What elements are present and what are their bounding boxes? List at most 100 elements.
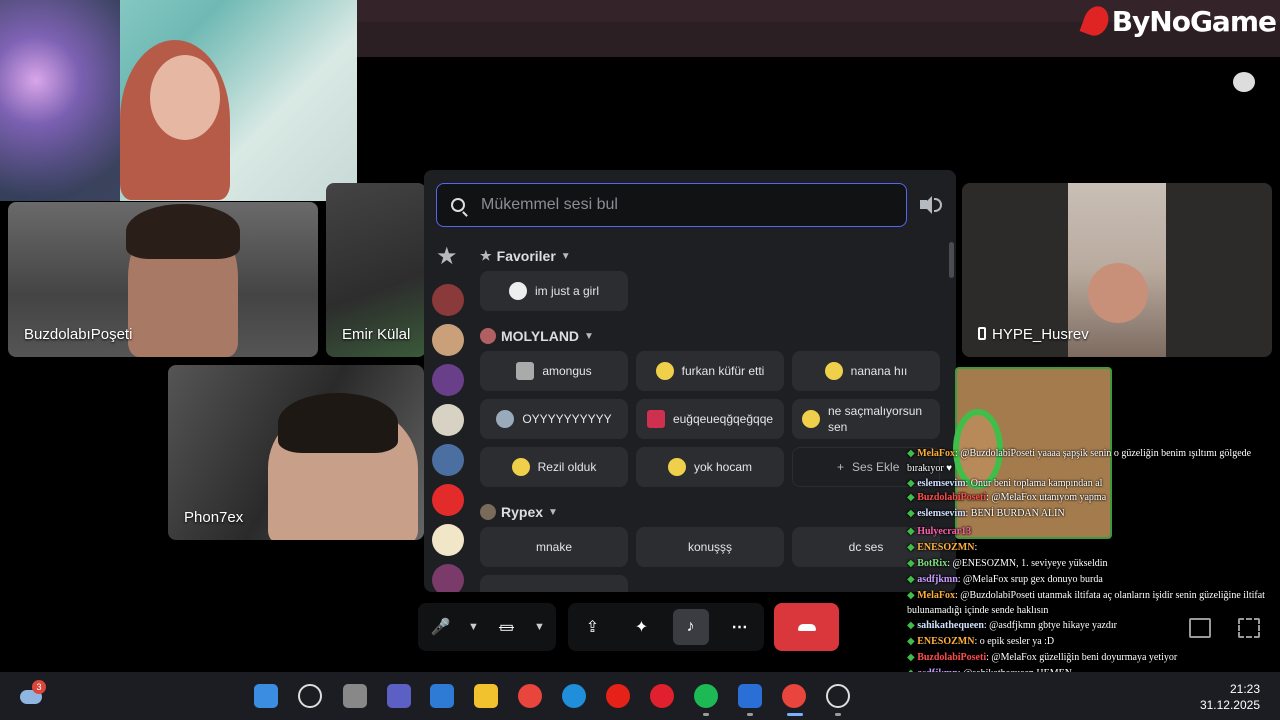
chat-username[interactable]: ENESOZMN xyxy=(917,636,974,647)
more-options-icon[interactable]: ⋯ xyxy=(722,609,758,645)
windows-start-icon[interactable] xyxy=(254,684,278,708)
chat-username[interactable]: sahikathequeen xyxy=(917,620,984,631)
sound-button[interactable]: Rezil olduk xyxy=(480,447,628,487)
chevron-down-icon[interactable]: ▼ xyxy=(457,609,490,645)
search-icon[interactable] xyxy=(298,684,322,708)
chrome-icon[interactable] xyxy=(518,684,542,708)
screen-share-icon[interactable]: ⇪ xyxy=(575,609,611,645)
chat-bubble-icon[interactable] xyxy=(1233,72,1255,92)
microsoft-store-icon[interactable] xyxy=(430,684,454,708)
category-avatar-icon[interactable] xyxy=(432,564,464,592)
category-avatar-icon[interactable] xyxy=(432,524,464,556)
task-view-icon[interactable] xyxy=(343,684,367,708)
soundboard-search-input[interactable] xyxy=(481,196,881,214)
chat-message: ◆ BuzdolabiPoseti: @MelaFox güzelliğin b… xyxy=(907,651,1280,666)
logo-mark-icon xyxy=(1079,2,1113,40)
badge-icon: ◆ xyxy=(907,542,918,553)
app-icon[interactable] xyxy=(738,684,762,708)
category-avatar-icon[interactable] xyxy=(432,364,464,396)
chat-username[interactable]: BuzdolabiPoseti xyxy=(917,652,986,663)
teams-icon[interactable] xyxy=(387,684,411,708)
participant-tile-hype-husrev[interactable]: HYPE_Husrev xyxy=(962,183,1272,357)
soundboard-panel: ★ ★ Favoriler ▼ im just a girl MOLYLAND … xyxy=(424,170,956,592)
microphone-icon[interactable]: 🎤 xyxy=(424,609,457,645)
file-explorer-icon[interactable] xyxy=(474,684,498,708)
youtube-icon[interactable] xyxy=(606,684,630,708)
sound-emoji-icon xyxy=(655,362,674,380)
sound-button[interactable]: im just a girl xyxy=(480,271,628,311)
scrollbar-thumb[interactable] xyxy=(949,242,954,278)
edge-icon[interactable] xyxy=(562,684,586,708)
chat-username[interactable]: MelaFox xyxy=(917,590,955,601)
chat-username[interactable]: ENESOZMN xyxy=(917,542,974,553)
chat-message: ◆ Hulyecrar13 xyxy=(907,525,1280,540)
weather-badge: 3 xyxy=(32,680,46,694)
chat-message: ◆ asdfjkmn: @MelaFox srup gex donuyo bur… xyxy=(907,573,1280,588)
system-clock[interactable]: 21:23 31.12.2025 xyxy=(1200,681,1260,713)
activities-icon[interactable]: ✦ xyxy=(624,609,660,645)
category-avatar-icon[interactable] xyxy=(432,324,464,356)
favorites-star-icon[interactable]: ★ xyxy=(436,242,458,271)
chat-text: : Onur beni toplama kampından al xyxy=(965,478,1103,489)
badge-icon: ◆ xyxy=(907,478,918,489)
sound-button[interactable] xyxy=(480,575,628,592)
participant-tile-phon7ex[interactable]: Phon7ex xyxy=(168,365,424,540)
participant-tile-emir-kulal[interactable]: Emir Külal xyxy=(326,183,426,357)
sound-button[interactable]: euğqeueqğqeğqqe xyxy=(636,399,784,439)
chat-username[interactable]: asdfjkmn xyxy=(917,574,958,585)
badge-icon: ◆ xyxy=(907,620,918,631)
obs-icon[interactable] xyxy=(826,684,850,708)
chevron-down-icon[interactable]: ▼ xyxy=(523,609,556,645)
chat-username[interactable]: eslemsevim xyxy=(917,478,965,489)
chat-username[interactable]: BotRix xyxy=(917,558,947,569)
volume-icon[interactable] xyxy=(920,194,942,216)
sound-button[interactable]: yok hocam xyxy=(636,447,784,487)
stream-chat-overlay: ◆ MelaFox: @BuzdolabiPoseti yaaaa şapşik… xyxy=(907,367,1280,720)
spotify-icon[interactable] xyxy=(694,684,718,708)
participant-tile-buzdolabiposeti[interactable]: BuzdolabıPoşeti xyxy=(8,202,318,357)
category-avatar-icon xyxy=(480,328,496,344)
badge-icon: ◆ xyxy=(907,652,918,663)
chat-username[interactable]: BuzdolabiPoseti xyxy=(917,492,986,503)
badge-icon: ◆ xyxy=(907,448,918,459)
sound-button[interactable]: mnake xyxy=(480,527,628,567)
soundboard-search-field[interactable] xyxy=(436,183,907,227)
chat-username[interactable]: eslemsevim xyxy=(917,508,965,519)
turkish-flag-icon[interactable] xyxy=(432,484,464,516)
sound-button[interactable]: amongus xyxy=(480,351,628,391)
sound-button[interactable]: konuşşş xyxy=(636,527,784,567)
badge-icon: ◆ xyxy=(907,526,918,537)
chat-username[interactable]: MelaFox xyxy=(917,448,955,459)
sound-emoji-icon xyxy=(516,362,535,380)
category-avatar-icon xyxy=(480,504,496,520)
soundboard-icon[interactable]: ♪ xyxy=(672,609,709,645)
star-icon: ★ xyxy=(480,248,492,263)
category-avatar-icon[interactable] xyxy=(432,404,464,436)
category-header-favorites[interactable]: ★ Favoriler ▼ xyxy=(480,248,571,264)
category-header-molyland[interactable]: MOLYLAND ▼ xyxy=(480,328,594,344)
participant-name: Emir Külal xyxy=(342,326,411,343)
bynogame-logo: ByNoGame xyxy=(1079,2,1277,40)
sound-button[interactable]: OYYYYYYYYYY xyxy=(480,399,628,439)
category-avatar-icon[interactable] xyxy=(432,284,464,316)
chat-message: ◆ ENESOZMN: xyxy=(907,541,1280,556)
sound-emoji-icon xyxy=(824,362,843,380)
category-header-rypex[interactable]: Rypex ▼ xyxy=(480,504,558,520)
participant-name: Phon7ex xyxy=(184,509,244,526)
chrome-active-icon[interactable] xyxy=(782,684,806,708)
disconnect-button[interactable] xyxy=(774,603,839,651)
badge-icon: ◆ xyxy=(907,590,918,601)
weather-widget[interactable]: 3 xyxy=(20,680,46,706)
chat-username[interactable]: Hulyecrar13 xyxy=(917,526,971,537)
chat-text: : @MelaFox srup gex donuyo burda xyxy=(957,574,1103,585)
badge-icon: ◆ xyxy=(907,574,918,585)
chat-text: : @MelaFox güzelliğin beni doyurmaya yet… xyxy=(986,652,1178,663)
badge-icon: ◆ xyxy=(907,508,918,519)
sound-button[interactable]: furkan küfür etti xyxy=(636,351,784,391)
opera-icon[interactable] xyxy=(650,684,674,708)
sound-emoji-icon xyxy=(667,458,686,476)
chat-message: ◆ BuzdolabiPoseti: @MelaFox utanıyom yap… xyxy=(907,491,1280,506)
camera-off-icon[interactable]: ▭ xyxy=(490,609,523,645)
category-avatar-icon[interactable] xyxy=(432,444,464,476)
sound-emoji-icon xyxy=(511,458,530,476)
